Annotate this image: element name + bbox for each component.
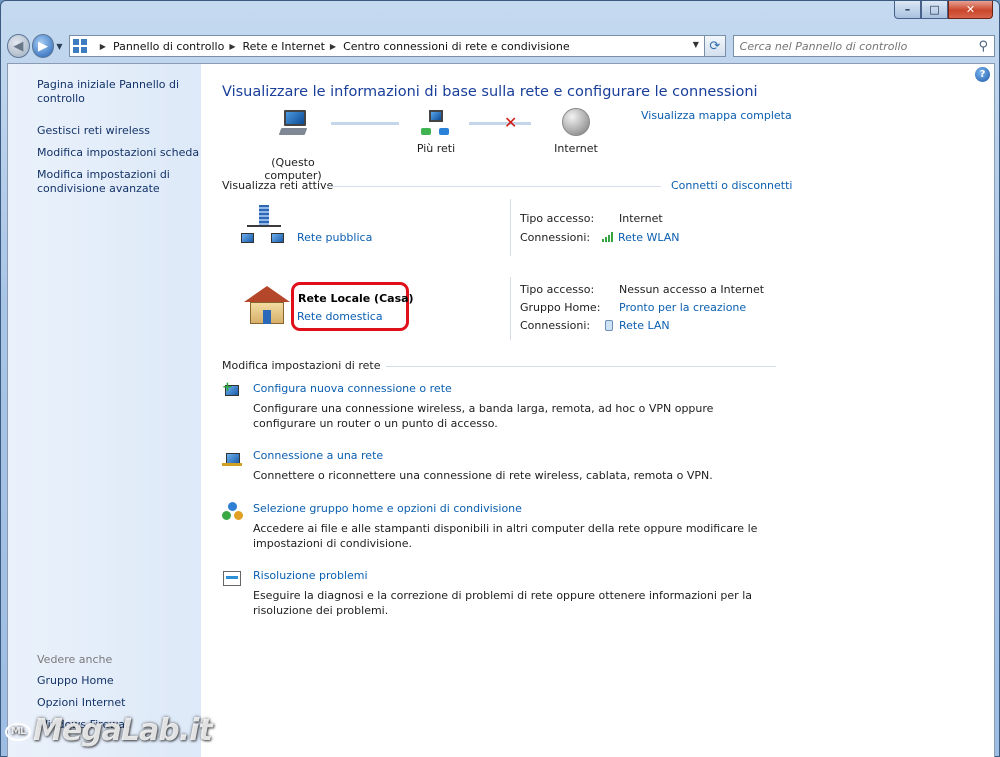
sidebar-home-link[interactable]: Pagina iniziale Pannello di controllo <box>37 78 187 106</box>
lan-connection-icon <box>605 320 613 331</box>
back-button[interactable]: ◀ <box>7 34 30 58</box>
content-area: Pagina iniziale Pannello di controllo Ge… <box>7 63 995 757</box>
divider <box>327 186 661 187</box>
lan-connection-label: Rete LAN <box>619 319 670 332</box>
home-network-type-link[interactable]: Rete domestica <box>297 310 383 323</box>
setup-connection-link[interactable]: Configura nuova connessione o rete <box>253 382 452 395</box>
page-title: Visualizzare le informazioni di base sul… <box>222 84 758 100</box>
map-node-this-computer[interactable]: (Questo computer) <box>241 110 345 182</box>
view-full-map-link[interactable]: Visualizza mappa completa <box>641 109 792 122</box>
breadcrumb-item-network-center[interactable]: Centro connessioni di rete e condivision… <box>343 40 570 53</box>
breadcrumb-chevron-icon[interactable]: ▶ <box>229 42 235 51</box>
access-type-label: Tipo accesso: <box>520 212 595 225</box>
access-type-value: Nessun accesso a Internet <box>619 283 765 296</box>
homegroup-label: Gruppo Home: <box>520 301 601 314</box>
troubleshoot-description: Eseguire la diagnosi e la correzione di … <box>253 589 753 617</box>
maximize-button[interactable]: □ <box>921 1 948 19</box>
megalab-watermark: ML MegaLab.it <box>5 713 213 748</box>
watermark-text: MegaLab.it <box>33 713 213 748</box>
globe-icon <box>562 108 590 136</box>
search-box[interactable]: ⚲ <box>732 35 995 57</box>
map-node-internet[interactable]: Internet <box>546 108 606 155</box>
close-button[interactable]: ✕ <box>948 1 993 19</box>
refresh-icon: ⟳ <box>709 38 721 54</box>
address-dropdown-icon[interactable]: ▼ <box>693 40 699 49</box>
breadcrumb-chevron-icon[interactable]: ▶ <box>330 42 336 51</box>
see-also-homegroup[interactable]: Gruppo Home <box>37 674 114 688</box>
active-networks-heading: Visualizza reti attive <box>222 179 334 192</box>
setup-connection-icon: + <box>222 381 244 402</box>
wlan-connection-label: Rete WLAN <box>618 231 680 244</box>
access-type-value: Internet <box>619 212 663 225</box>
home-network-icon <box>244 286 290 326</box>
map-label-networks: Più reti <box>416 142 456 155</box>
home-network-name: Rete Locale (Casa) <box>298 292 414 305</box>
sidebar-link-sharing-settings[interactable]: Modifica impostazioni di condivisione av… <box>37 168 187 196</box>
breadcrumb-item-network-internet[interactable]: Rete e Internet <box>242 40 324 53</box>
connections-label: Connessioni: <box>520 319 591 332</box>
map-label-internet: Internet <box>554 142 598 155</box>
wlan-connection-link[interactable]: Rete WLAN <box>602 231 680 244</box>
troubleshoot-icon <box>222 569 244 589</box>
main-panel: Visualizzare le informazioni di base sul… <box>201 64 994 757</box>
navigation-bar: ◀ ▶ ▼ ▶ Pannello di controllo ▶ Rete e I… <box>7 31 995 61</box>
connect-network-icon <box>222 449 244 469</box>
map-node-multiple-networks[interactable]: Più reti <box>406 110 466 155</box>
divider <box>510 199 511 256</box>
search-input[interactable] <box>739 39 979 53</box>
homegroup-ready-link[interactable]: Pronto per la creazione <box>619 301 746 314</box>
connect-network-link[interactable]: Connessione a una rete <box>253 449 383 462</box>
sidebar: Pagina iniziale Pannello di controllo Ge… <box>8 64 201 757</box>
minimize-button[interactable]: – <box>894 1 921 19</box>
control-panel-icon <box>72 39 89 53</box>
connections-label: Connessioni: <box>520 231 591 244</box>
history-dropdown-icon[interactable]: ▼ <box>56 42 65 51</box>
lan-connection-link[interactable]: Rete LAN <box>605 319 670 332</box>
public-network-type-link[interactable]: Rete pubblica <box>297 231 372 244</box>
watermark-badge: ML <box>5 723 31 741</box>
window-controls: – □ ✕ <box>894 1 993 19</box>
troubleshoot-link[interactable]: Risoluzione problemi <box>253 569 368 582</box>
highlight-annotation <box>291 282 409 331</box>
sidebar-link-manage-wireless[interactable]: Gestisci reti wireless <box>37 124 150 138</box>
homegroup-sharing-description: Accedere ai file e alle stampanti dispon… <box>253 522 758 550</box>
see-also-internet-options[interactable]: Opzioni Internet <box>37 696 125 710</box>
public-network-icon <box>241 205 287 247</box>
disconnected-x-icon: ✕ <box>504 113 518 132</box>
window-frame: – □ ✕ ◀ ▶ ▼ ▶ Pannello di controllo ▶ Re… <box>0 0 1000 757</box>
breadcrumb-chevron-icon[interactable]: ▶ <box>100 42 106 51</box>
refresh-button[interactable]: ⟳ <box>704 35 726 57</box>
wifi-signal-icon <box>602 232 614 242</box>
sidebar-link-adapter-settings[interactable]: Modifica impostazioni scheda <box>37 146 199 160</box>
homegroup-sharing-link[interactable]: Selezione gruppo home e opzioni di condi… <box>253 502 522 515</box>
access-type-label: Tipo accesso: <box>520 283 595 296</box>
change-settings-heading: Modifica impostazioni di rete <box>222 359 381 372</box>
homegroup-icon <box>222 502 244 522</box>
multiple-networks-icon <box>421 110 451 138</box>
see-also-heading: Vedere anche <box>37 653 113 666</box>
search-icon[interactable]: ⚲ <box>978 39 988 54</box>
connect-disconnect-link[interactable]: Connetti o disconnetti <box>671 179 792 192</box>
address-bar[interactable]: ▶ Pannello di controllo ▶ Rete e Interne… <box>68 35 705 57</box>
map-connection-line <box>331 122 399 125</box>
breadcrumb: ▶ Pannello di controllo ▶ Rete e Interne… <box>95 40 570 53</box>
computer-icon <box>278 110 308 136</box>
setup-connection-description: Configurare una connessione wireless, a … <box>253 402 714 430</box>
divider <box>510 277 511 340</box>
map-connection-line <box>469 122 531 125</box>
forward-button[interactable]: ▶ <box>31 34 55 58</box>
breadcrumb-item-control-panel[interactable]: Pannello di controllo <box>113 40 224 53</box>
connect-network-description: Connettere o riconnettere una connession… <box>253 469 713 482</box>
divider <box>386 366 776 367</box>
